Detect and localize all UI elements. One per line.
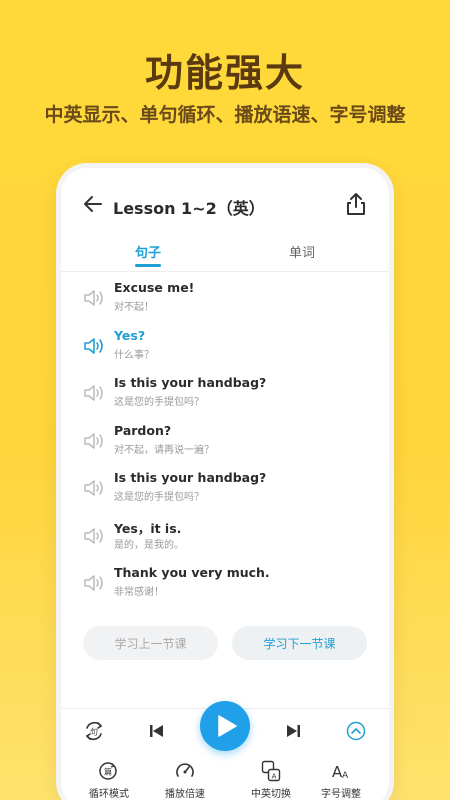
sentence-chinese: 非常感谢！ bbox=[114, 587, 164, 598]
chevron-up-icon[interactable] bbox=[346, 721, 366, 741]
sentence-english: Is this your handbag? bbox=[114, 470, 267, 485]
sentence-english: Thank you very much. bbox=[114, 565, 270, 580]
hero-subtitle: 中英显示、单句循环、播放语速、字号调整 bbox=[44, 104, 406, 126]
sentence-row-active[interactable]: Yes? 什么事？ bbox=[61, 324, 389, 372]
next-lesson-button[interactable]: 学习下一节课 bbox=[232, 626, 367, 660]
speaker-icon[interactable] bbox=[83, 526, 105, 546]
divider bbox=[61, 271, 389, 272]
sentence-english: Pardon? bbox=[114, 422, 172, 438]
svg-text:A: A bbox=[342, 771, 349, 781]
speaker-playing-icon[interactable] bbox=[83, 336, 105, 356]
repeat-sentence-icon[interactable]: 句 bbox=[83, 720, 105, 742]
sentence-row[interactable]: Pardon? 对不起，请再说一遍？ bbox=[61, 419, 389, 467]
sentence-chinese: 什么事？ bbox=[114, 349, 154, 361]
phone-screen: Lesson 1~2（英） 句子 单词 Excuse me! 对不起！ Yes?… bbox=[61, 168, 389, 800]
tab-bar: 句子 单词 bbox=[61, 238, 389, 272]
sentence-english: Excuse me! bbox=[114, 280, 195, 295]
sentence-english: Yes，it is. bbox=[114, 520, 182, 536]
sentence-english: Yes? bbox=[114, 327, 146, 343]
share-icon[interactable] bbox=[345, 192, 367, 216]
svg-text:A: A bbox=[272, 773, 277, 781]
sentence-chinese: 对不起！ bbox=[114, 302, 154, 313]
loop-mode-label[interactable]: 循环模式 bbox=[89, 785, 129, 800]
repeat-glyph: 句 bbox=[90, 727, 98, 737]
sentence-chinese: 是的，是我的。 bbox=[114, 539, 184, 551]
speaker-icon[interactable] bbox=[83, 573, 105, 593]
hero-title: 功能强大 bbox=[144, 51, 305, 95]
speaker-icon[interactable] bbox=[83, 383, 105, 403]
language-switch-label[interactable]: 中英切换 bbox=[251, 785, 291, 800]
sentence-list: Excuse me! 对不起！ Yes? 什么事？ Is this your h… bbox=[61, 276, 389, 609]
tab-words[interactable]: 单词 bbox=[289, 242, 315, 261]
speaker-icon[interactable] bbox=[83, 478, 105, 498]
player-bar: 句 篇 循环模式 播放倍速 A 中英切换 A A 字号调整 bbox=[61, 701, 389, 800]
play-icon bbox=[218, 715, 237, 737]
sentence-row[interactable]: Excuse me! 对不起！ bbox=[61, 276, 389, 324]
speaker-icon[interactable] bbox=[83, 431, 105, 451]
font-size-label[interactable]: 字号调整 bbox=[321, 785, 361, 800]
previous-icon[interactable] bbox=[149, 723, 167, 739]
speaker-icon[interactable] bbox=[83, 288, 105, 308]
next-icon[interactable] bbox=[283, 723, 301, 739]
speed-label[interactable]: 播放倍速 bbox=[165, 785, 205, 800]
back-arrow-icon[interactable] bbox=[83, 194, 103, 214]
speed-icon[interactable] bbox=[175, 761, 195, 781]
sentence-row[interactable]: Is this your handbag? 这是您的手提包吗？ bbox=[61, 371, 389, 419]
header: Lesson 1~2（英） bbox=[61, 168, 389, 244]
prev-lesson-button[interactable]: 学习上一节课 bbox=[83, 626, 218, 660]
loop-mode-icon[interactable]: 篇 bbox=[98, 761, 118, 781]
sentence-english: Is this your handbag? bbox=[114, 375, 267, 390]
sentence-chinese: 这是您的手提包吗？ bbox=[114, 492, 204, 503]
tab-sentences[interactable]: 句子 bbox=[135, 242, 161, 261]
tab-indicator bbox=[135, 264, 161, 267]
sentence-row[interactable]: Is this your handbag? 这是您的手提包吗？ bbox=[61, 466, 389, 514]
sentence-chinese: 这是您的手提包吗？ bbox=[114, 397, 204, 408]
sentence-chinese: 对不起，请再说一遍？ bbox=[114, 444, 214, 456]
lesson-title: Lesson 1~2（英） bbox=[113, 199, 265, 218]
font-size-icon[interactable]: A A bbox=[331, 761, 351, 781]
play-button[interactable] bbox=[200, 701, 250, 751]
language-switch-icon[interactable]: A bbox=[261, 760, 281, 782]
sentence-row[interactable]: Thank you very much. 非常感谢！ bbox=[61, 561, 389, 609]
sentence-row[interactable]: Yes，it is. 是的，是我的。 bbox=[61, 514, 389, 562]
loop-glyph: 篇 bbox=[104, 767, 112, 777]
